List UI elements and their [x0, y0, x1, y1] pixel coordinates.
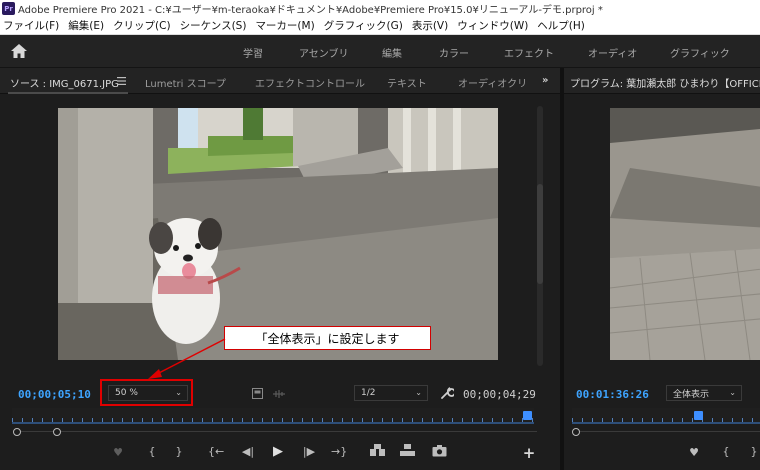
mark-out-icon[interactable]: }: [171, 445, 187, 458]
source-frame-image: [58, 108, 498, 360]
overwrite-icon[interactable]: [399, 444, 416, 457]
step-back-icon[interactable]: ◀|: [240, 445, 256, 458]
mark-in-icon[interactable]: {: [718, 445, 734, 458]
menu-clip[interactable]: クリップ(C): [113, 18, 171, 33]
mark-in-icon[interactable]: {: [144, 445, 160, 458]
step-forward-icon[interactable]: |▶: [301, 445, 317, 458]
tabs-overflow-icon[interactable]: »: [542, 75, 548, 86]
source-time-ruler[interactable]: [12, 408, 534, 424]
program-playhead-marker[interactable]: [694, 411, 703, 420]
ruler-track: [12, 422, 534, 424]
premiere-logo-icon: Pr: [2, 2, 15, 15]
annotation-callout: 「全体表示」に設定します: [224, 326, 431, 350]
menu-help[interactable]: ヘルプ(H): [537, 18, 585, 33]
menu-window[interactable]: ウィンドウ(W): [457, 18, 528, 33]
workspace-tab-learn[interactable]: 学習: [243, 45, 263, 60]
program-zoom-value: 全体表示: [673, 389, 710, 400]
source-panel-tabs: ソース : IMG_0671.JPG Lumetri スコープ エフェクトコント…: [0, 68, 560, 94]
viewer-scroll-thumb[interactable]: [537, 184, 543, 284]
wrench-settings-icon[interactable]: [440, 386, 454, 400]
marker-icon[interactable]: ♥: [110, 446, 126, 459]
tab-audio-clip-mixer[interactable]: オーディオクリ: [458, 75, 527, 90]
tab-source[interactable]: ソース : IMG_0671.JPG: [10, 75, 119, 90]
menu-marker[interactable]: マーカー(M): [255, 18, 314, 33]
source-playhead-marker[interactable]: [523, 411, 532, 420]
program-frame-image: [610, 108, 760, 360]
chevron-down-icon: ⌄: [415, 388, 422, 397]
insert-icon[interactable]: [369, 444, 386, 457]
tab-program[interactable]: プログラム: 葉加瀬太郎 ひまわり【OFFICIAL】: [570, 75, 760, 90]
window-title: Adobe Premiere Pro 2021 - C:¥ユーザー¥m-tera…: [18, 5, 603, 16]
ruler-track: [572, 422, 760, 424]
menu-sequence[interactable]: シーケンス(S): [180, 18, 247, 33]
source-zoom-scrollbar[interactable]: [13, 428, 537, 436]
program-time-ruler[interactable]: [572, 408, 760, 424]
zoom-scrollbar-track: [572, 431, 760, 432]
chevron-down-icon: ⌄: [729, 388, 736, 397]
go-to-in-icon[interactable]: {←: [208, 445, 224, 458]
tab-effect-controls[interactable]: エフェクトコントロール: [255, 75, 365, 90]
marker-icon[interactable]: ♥: [686, 446, 702, 459]
program-monitor: 00:01:36:26 全体表示 ⌄ ♥ { }: [564, 94, 760, 470]
annotation-arrow-icon: [148, 338, 226, 379]
drag-audio-icon[interactable]: [272, 389, 286, 399]
tab-lumetri-scopes[interactable]: Lumetri スコープ: [145, 75, 226, 90]
play-icon[interactable]: ▶: [270, 444, 286, 459]
zoom-scrollbar-track: [17, 431, 537, 432]
tab-text[interactable]: テキスト: [387, 75, 427, 90]
zoom-scroll-end-handle[interactable]: [53, 428, 61, 436]
mark-out-icon[interactable]: }: [746, 445, 760, 458]
menu-bar: ファイル(F) 編集(E) クリップ(C) シーケンス(S) マーカー(M) グ…: [0, 17, 760, 35]
program-zoom-dropdown[interactable]: 全体表示 ⌄: [666, 385, 742, 401]
workspace-tab-color[interactable]: カラー: [439, 45, 469, 60]
zoom-scroll-start-handle[interactable]: [13, 428, 21, 436]
workspace-tab-audio[interactable]: オーディオ: [588, 45, 637, 60]
menu-file[interactable]: ファイル(F): [3, 18, 59, 33]
source-viewer[interactable]: 「全体表示」に設定します: [0, 94, 548, 384]
export-frame-icon[interactable]: [432, 445, 447, 457]
go-to-out-icon[interactable]: →}: [331, 445, 347, 458]
source-monitor: 「全体表示」に設定します 00;00;05;10 50 % ⌄ 1/2 ⌄ 00…: [0, 94, 560, 470]
zoom-dropdown-highlight: [100, 379, 193, 406]
home-icon[interactable]: [10, 43, 28, 59]
workspace-tab-assembly[interactable]: アセンブリ: [299, 45, 349, 60]
program-zoom-scrollbar[interactable]: [572, 428, 760, 436]
menu-edit[interactable]: 編集(E): [68, 18, 104, 33]
workspace-tab-edit[interactable]: 編集: [382, 45, 402, 60]
window-title-bar: Pr Adobe Premiere Pro 2021 - C:¥ユーザー¥m-t…: [0, 0, 760, 17]
source-duration-timecode: 00;00;04;29: [463, 388, 536, 401]
workspace-tab-graphics[interactable]: グラフィック: [670, 45, 730, 60]
source-playhead-timecode[interactable]: 00;00;05;10: [18, 388, 91, 401]
workspace-tab-effects[interactable]: エフェクト: [504, 45, 554, 60]
program-playhead-timecode[interactable]: 00:01:36:26: [576, 388, 649, 401]
zoom-scroll-start-handle[interactable]: [572, 428, 580, 436]
program-panel-tabs: プログラム: 葉加瀬太郎 ひまわり【OFFICIAL】: [564, 68, 760, 94]
playback-resolution-value: 1/2: [361, 388, 376, 398]
menu-graphics[interactable]: グラフィック(G): [324, 18, 403, 33]
playback-resolution-dropdown[interactable]: 1/2 ⌄: [354, 385, 428, 401]
drag-video-icon[interactable]: [252, 388, 263, 399]
viewer-vertical-scrollbar[interactable]: [537, 106, 543, 366]
workspace-bar: 学習 アセンブリ 編集 カラー エフェクト オーディオ グラフィック: [0, 35, 760, 68]
add-button-icon[interactable]: +: [521, 444, 537, 462]
panel-menu-icon[interactable]: [117, 77, 126, 85]
menu-view[interactable]: 表示(V): [412, 18, 448, 33]
